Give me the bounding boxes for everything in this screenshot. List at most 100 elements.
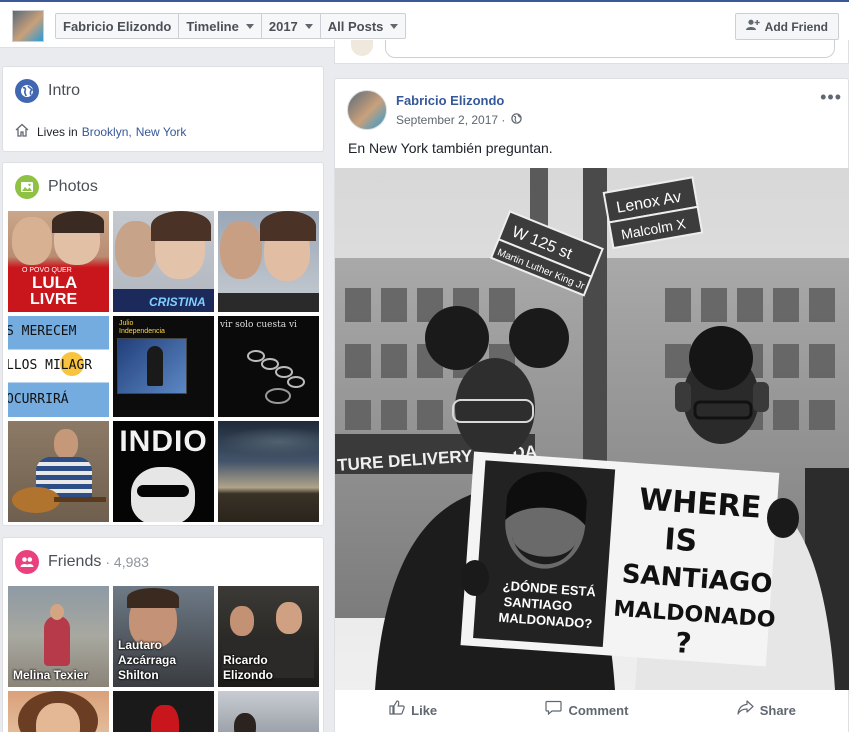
guitar	[12, 487, 60, 513]
friend-head	[50, 604, 64, 620]
crumb-year[interactable]: 2017	[260, 14, 320, 38]
friends-icon	[15, 550, 39, 574]
post-date-row: September 2, 2017 ·	[396, 113, 523, 127]
post-photo[interactable]: TURE DELIVERY IN 3 DA Lenox Av Malcolm X…	[335, 168, 849, 690]
indio-caption: INDIO	[119, 425, 208, 458]
post-card: Fabricio Elizondo September 2, 2017 · ••…	[334, 78, 849, 732]
crumb-timeline[interactable]: Timeline	[178, 14, 261, 38]
friend-tile[interactable]: Ricardo Elizondo	[218, 586, 319, 687]
street-scene: TURE DELIVERY IN 3 DA Lenox Av Malcolm X…	[335, 168, 849, 690]
composer-avatar	[351, 40, 373, 56]
photos-card: Photos O POVO QUER LULA LIVRE CRISTINA S…	[2, 162, 324, 526]
intro-card: Intro Lives in Brooklyn, New York	[2, 66, 324, 152]
hair-right	[52, 211, 104, 233]
lives-in-prefix: Lives in	[37, 125, 78, 139]
post-date[interactable]: September 2, 2017 ·	[396, 113, 505, 127]
share-icon	[737, 700, 754, 720]
friend-head	[276, 602, 302, 634]
poster-line-5: ?	[674, 626, 693, 660]
crumb-all-posts-label: All Posts	[327, 18, 384, 34]
face-left	[220, 221, 262, 279]
friend-name: Ricardo Elizondo	[223, 653, 273, 682]
chevron-down-icon	[390, 23, 399, 29]
profile-avatar-thumb[interactable]	[12, 10, 44, 42]
friends-header: Friends · 4,983	[15, 550, 311, 574]
flag-text-2: LLOS MILAGR	[8, 358, 93, 373]
share-button[interactable]: Share	[737, 700, 796, 720]
hair-right	[260, 211, 316, 241]
post-author-name[interactable]: Fabricio Elizondo	[396, 93, 504, 108]
friends-grid: Melina Texier Lautaro Azcárraga Shilton …	[8, 586, 319, 687]
crumb-profile-label: Fabricio Elizondo	[63, 18, 172, 34]
crumb-timeline-label: Timeline	[186, 18, 239, 34]
photo-tile[interactable]: O POVO QUER LULA LIVRE	[8, 211, 109, 312]
livre-caption: LIVRE	[30, 291, 78, 308]
video-figure	[147, 346, 163, 386]
person-head	[54, 429, 78, 459]
post-actions: Like Comment Share	[335, 693, 849, 727]
intro-title: Intro	[48, 82, 81, 99]
friend-tile[interactable]	[113, 691, 214, 732]
photos-header: Photos	[15, 175, 311, 199]
crumb-profile-name[interactable]: Fabricio Elizondo	[56, 14, 178, 38]
chevron-down-icon	[304, 23, 313, 29]
hair-right	[151, 211, 211, 241]
photo-tile[interactable]: INDIO	[113, 421, 214, 522]
intro-header: Intro	[15, 79, 311, 103]
friend-figure	[151, 705, 179, 732]
crumb-all-posts[interactable]: All Posts	[319, 14, 406, 38]
photo-tile[interactable]: S MERECEM LLOS MILAGR OCURRIRÁ	[8, 316, 109, 417]
thumbs-up-icon	[389, 700, 405, 720]
photo-grid: O POVO QUER LULA LIVRE CRISTINA S MERECE…	[8, 211, 319, 522]
friend-name: Lautaro Azcárraga Shilton	[118, 638, 177, 682]
photo-tile[interactable]	[218, 211, 319, 312]
photo-tile[interactable]: CRISTINA	[113, 211, 214, 312]
home-icon	[15, 123, 29, 141]
photo-tile[interactable]	[218, 421, 319, 522]
comment-button[interactable]: Comment	[545, 700, 628, 720]
share-label: Share	[759, 702, 796, 718]
friend-tile[interactable]	[8, 691, 109, 732]
globe-icon	[15, 79, 39, 103]
friend-tile[interactable]: Melina Texier	[8, 586, 109, 687]
photo-tile[interactable]	[8, 421, 109, 522]
flag-text-3: OCURRIRÁ	[8, 392, 69, 407]
poster-line-2: IS	[663, 522, 698, 559]
add-friend-button[interactable]: Add Friend	[734, 13, 839, 40]
friend-head	[230, 606, 254, 636]
friend-head	[234, 713, 256, 732]
photo-icon	[15, 175, 39, 199]
photo-tile[interactable]: Julio Independencia	[113, 316, 214, 417]
friends-count: · 4,983	[105, 554, 149, 570]
shirt	[218, 293, 319, 312]
breadcrumb: Fabricio Elizondo Timeline 2017 All Post…	[55, 13, 407, 39]
friends-grid-row-2	[8, 691, 319, 732]
friend-name: Melina Texier	[13, 668, 89, 682]
add-friend-icon	[745, 19, 760, 34]
like-button[interactable]: Like	[389, 700, 437, 720]
cristina-caption: CRISTINA	[149, 295, 206, 309]
friends-title: Friends	[48, 553, 102, 570]
state-link[interactable]: New York	[136, 125, 187, 139]
photo-tile[interactable]: vir solo cuesta vi	[218, 316, 319, 417]
like-label: Like	[411, 702, 438, 718]
globe-icon	[511, 113, 523, 127]
add-friend-label: Add Friend	[764, 19, 828, 34]
post-text: En New York también preguntan.	[348, 140, 553, 156]
lula-caption: LULA	[32, 273, 78, 292]
city-link[interactable]: Brooklyn,	[82, 125, 132, 139]
chain-graphic	[247, 350, 305, 404]
face-left	[12, 217, 52, 265]
friend-tile[interactable]: Lautaro Azcárraga Shilton	[113, 586, 214, 687]
video-caption: Julio Independencia	[119, 320, 165, 335]
post-author-avatar[interactable]	[347, 90, 387, 130]
lives-in-row: Lives in Brooklyn, New York	[15, 123, 186, 141]
chevron-down-icon	[245, 23, 254, 29]
friend-figure	[44, 616, 70, 666]
post-composer[interactable]	[334, 40, 849, 64]
comment-label: Comment	[568, 702, 629, 718]
friend-tile[interactable]	[218, 691, 319, 732]
composer-input[interactable]	[385, 40, 835, 58]
more-options-icon[interactable]: •••	[820, 87, 842, 108]
indio-glasses	[137, 485, 189, 497]
